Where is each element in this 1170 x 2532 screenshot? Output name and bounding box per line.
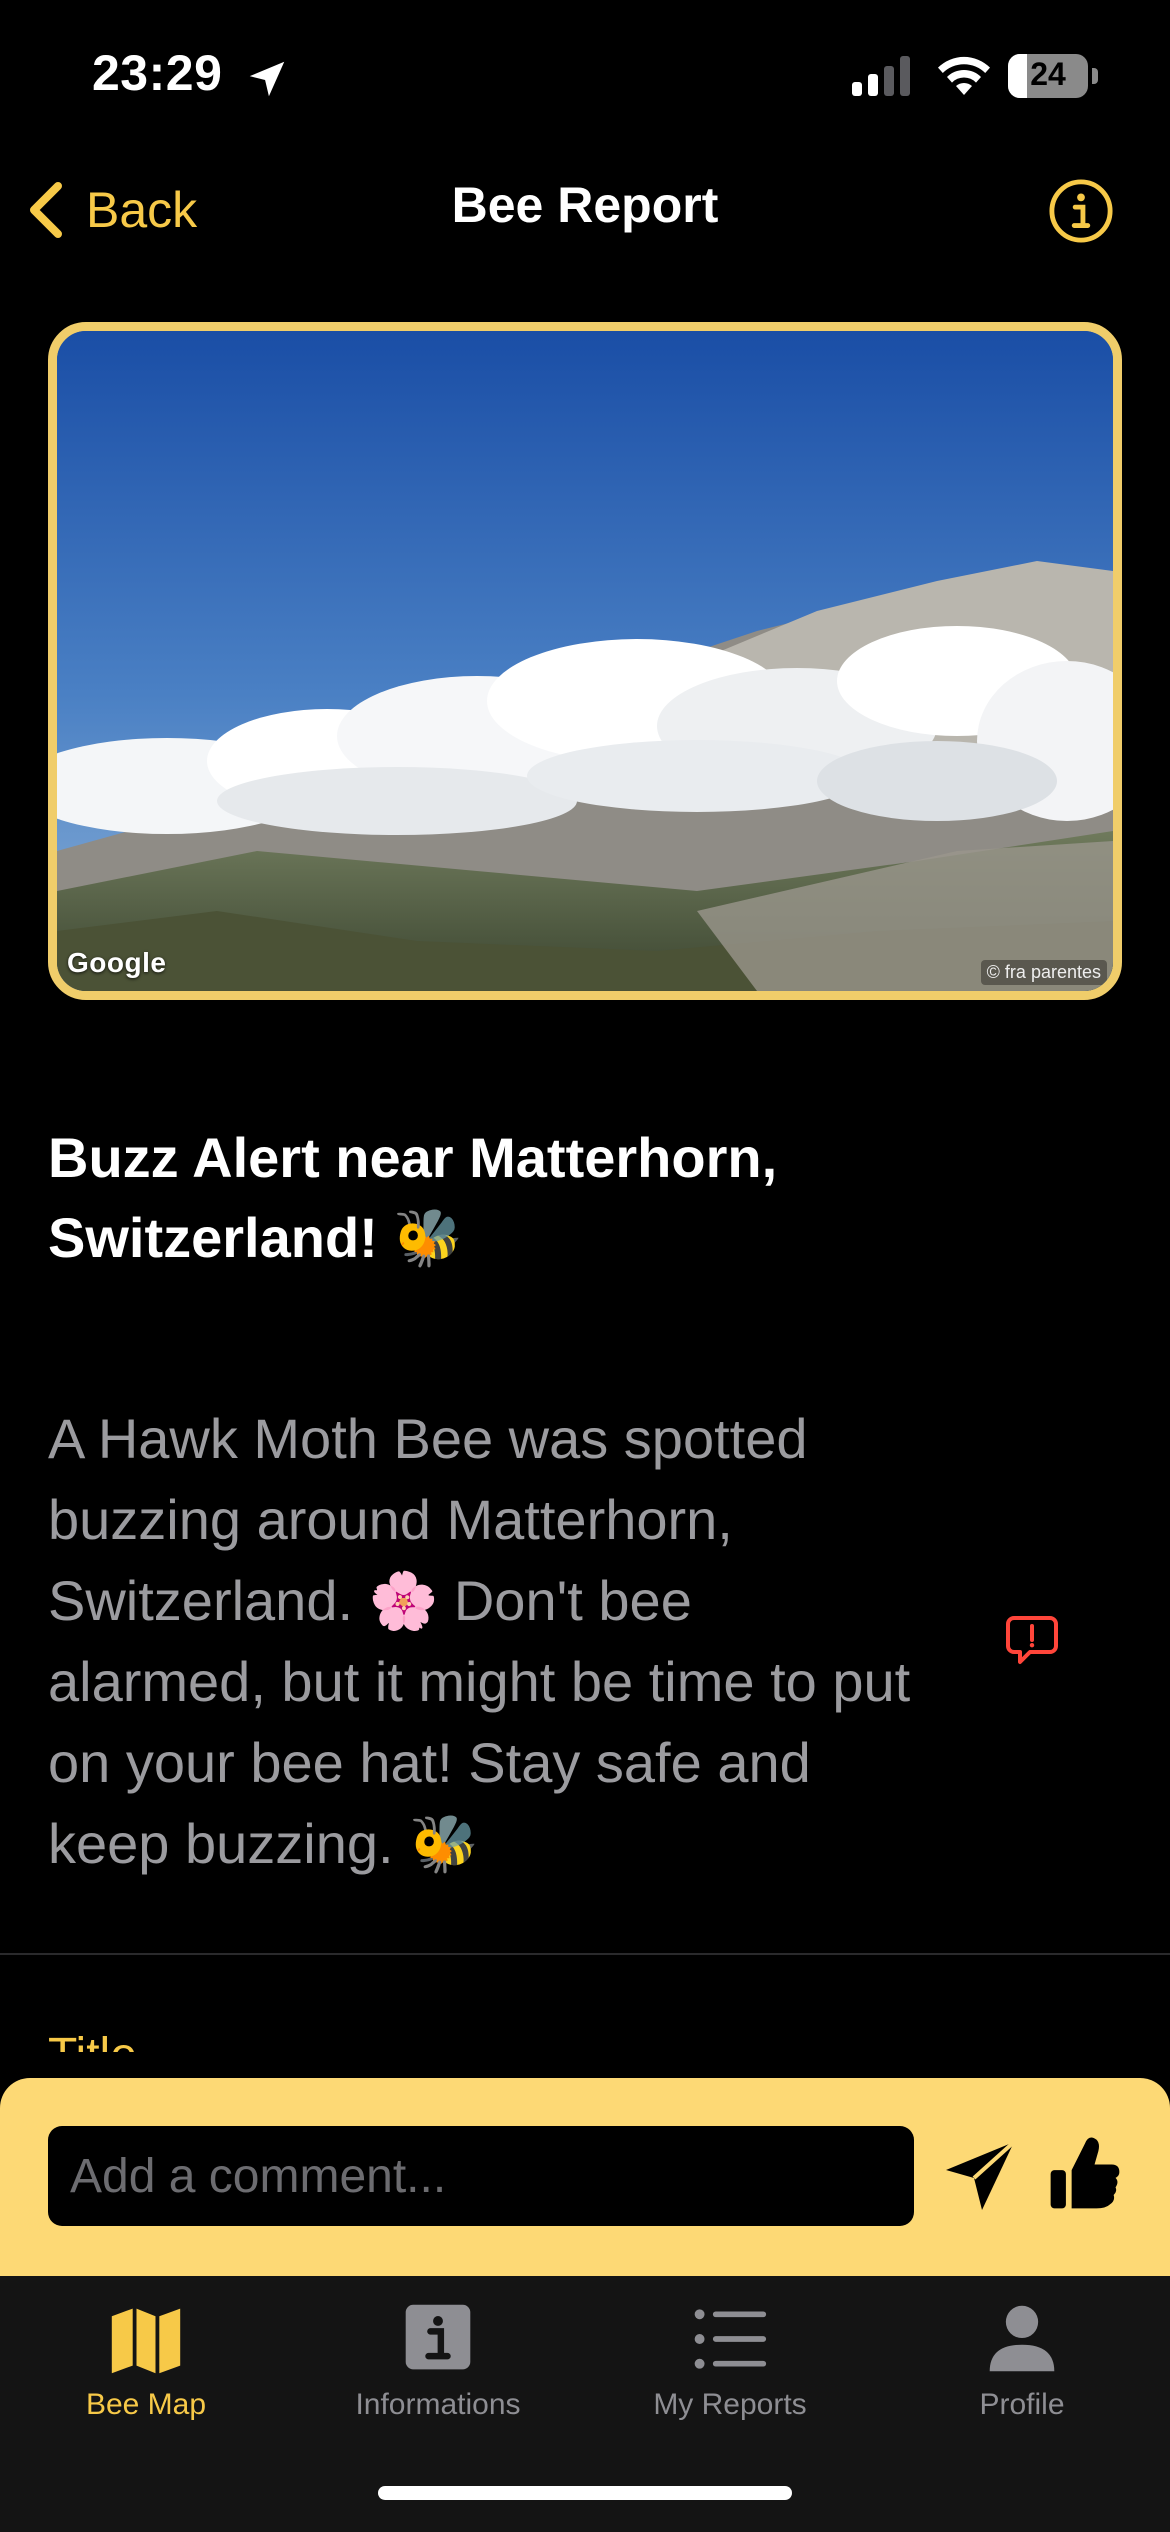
tab-my-reports[interactable]: My Reports — [584, 2304, 876, 2444]
next-section-label: Title — [48, 2032, 348, 2052]
mountain-landscape-image — [57, 331, 1113, 991]
street-view-photo[interactable]: Google © fra parentes — [48, 322, 1122, 1000]
bee-report-screen: 23:29 24 Back Bee Report Google © fra pa… — [0, 0, 1170, 2532]
tab-bee-map[interactable]: Bee Map — [0, 2304, 292, 2444]
report-title: Buzz Alert near Matterhorn, Switzerland!… — [48, 1126, 778, 1269]
report-description: A Hawk Moth Bee was spotted buzzing arou… — [48, 1407, 911, 1875]
tab-informations[interactable]: Informations — [292, 2304, 584, 2444]
status-time: 23:29 — [92, 45, 223, 101]
tab-label: My Reports — [653, 2388, 807, 2421]
send-icon[interactable] — [940, 2136, 1020, 2216]
section-divider — [0, 1953, 1170, 1955]
photo-credit: © fra parentes — [980, 960, 1107, 985]
map-icon — [111, 2308, 181, 2374]
comment-bar — [0, 2078, 1170, 2276]
navigation-bar: Back Bee Report — [0, 150, 1170, 270]
report-content-icon[interactable] — [1004, 1612, 1060, 1668]
google-logo: Google — [67, 947, 167, 978]
page-title: Bee Report — [451, 177, 719, 233]
tab-label: Profile — [979, 2388, 1065, 2421]
info-circle-icon[interactable] — [1048, 178, 1114, 244]
tab-label: Informations — [355, 2388, 521, 2421]
person-icon — [989, 2305, 1055, 2372]
status-bar: 23:29 24 — [0, 0, 1170, 150]
battery-icon: 24 — [1008, 54, 1098, 98]
location-arrow-icon — [249, 61, 285, 97]
home-indicator — [378, 2486, 792, 2500]
info-square-icon — [405, 2304, 471, 2370]
comment-input[interactable] — [48, 2126, 914, 2226]
list-icon — [694, 2309, 767, 2369]
tab-profile[interactable]: Profile — [876, 2304, 1168, 2444]
cellular-signal-icon — [852, 56, 910, 96]
battery-level: 24 — [1030, 56, 1066, 92]
wifi-icon — [938, 56, 990, 95]
tab-label: Bee Map — [85, 2388, 207, 2421]
thumbs-up-icon[interactable] — [1046, 2132, 1124, 2216]
